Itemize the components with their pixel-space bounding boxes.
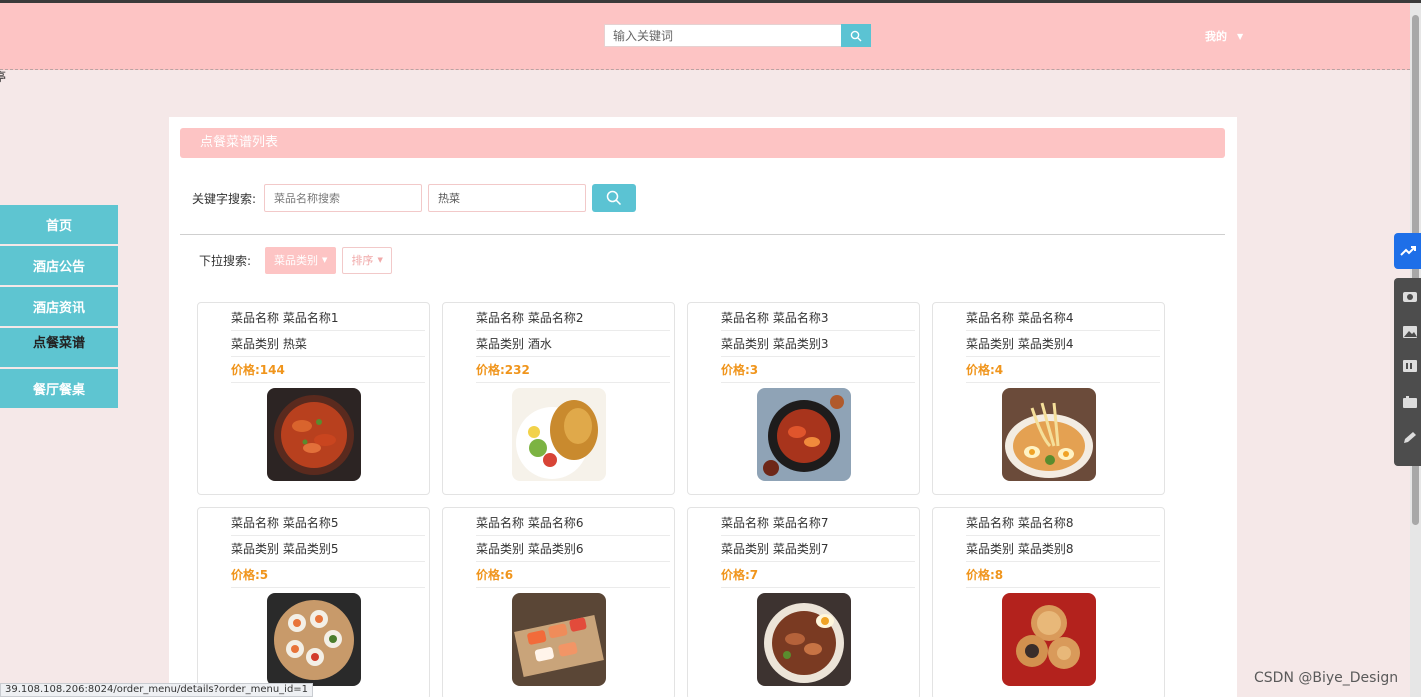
dish-category: 菜品类别 菜品类别8 — [966, 536, 1160, 562]
dropdown-search-row: 下拉搜索: 菜品类别 ▼ 排序 ▼ — [199, 246, 398, 274]
dropdown-search-label: 下拉搜索: — [199, 253, 252, 268]
dish-card[interactable]: 菜品名称 菜品名称1 菜品类别 热菜 价格:144 — [197, 302, 430, 495]
sidebar-item-home[interactable]: 首页 — [0, 205, 118, 246]
user-menu-label: 我的 — [1205, 30, 1227, 43]
dish-image[interactable] — [267, 593, 361, 686]
category-dropdown[interactable]: 菜品类别 ▼ — [265, 246, 337, 274]
dish-category: 菜品类别 菜品类别7 — [721, 536, 915, 562]
dish-card[interactable]: 菜品名称 菜品名称8 菜品类别 菜品类别8 价格:8 — [932, 507, 1165, 697]
dish-category: 菜品类别 菜品类别4 — [966, 331, 1160, 357]
sidebar: 首页 酒店公告 酒店资讯 点餐菜谱 餐厅餐桌 — [0, 205, 118, 410]
dish-image[interactable] — [1002, 593, 1096, 686]
dish-price: 价格:7 — [721, 562, 915, 588]
dish-name-placeholder: 菜品名称搜索 — [274, 192, 341, 205]
divider — [180, 234, 1225, 235]
dish-name: 菜品名称 菜品名称7 — [721, 510, 915, 536]
dish-name: 菜品名称 菜品名称4 — [966, 305, 1160, 331]
caret-down-icon: ▼ — [322, 256, 328, 264]
dish-card[interactable]: 菜品名称 菜品名称6 菜品类别 菜品类别6 价格:6 — [442, 507, 675, 697]
video-icon[interactable] — [1402, 395, 1418, 409]
keyword-search-row: 关键字搜索: 菜品名称搜索 热菜 — [192, 184, 637, 212]
float-share-button[interactable] — [1394, 233, 1421, 269]
dish-category-value: 热菜 — [438, 192, 461, 205]
search-icon — [850, 30, 862, 41]
user-menu[interactable]: 我的 ▼ — [1205, 28, 1243, 44]
dish-price: 价格:8 — [966, 562, 1160, 588]
header-search-input[interactable] — [604, 24, 841, 47]
dish-image[interactable] — [1002, 388, 1096, 481]
panel-title: 点餐菜谱列表 — [180, 128, 1225, 158]
watermark: CSDN @Biye_Design — [1254, 670, 1399, 686]
dish-category: 菜品类别 菜品类别5 — [231, 536, 425, 562]
dish-price: 价格:4 — [966, 357, 1160, 383]
dish-card[interactable]: 菜品名称 菜品名称3 菜品类别 菜品类别3 价格:3 — [687, 302, 920, 495]
sidebar-item-tables[interactable]: 餐厅餐桌 — [0, 369, 118, 410]
dish-name: 菜品名称 菜品名称5 — [231, 510, 425, 536]
dish-image[interactable] — [757, 388, 851, 481]
keyword-search-label: 关键字搜索: — [192, 191, 257, 206]
dish-card[interactable]: 菜品名称 菜品名称7 菜品类别 菜品类别7 价格:7 — [687, 507, 920, 697]
dish-category: 菜品类别 菜品类别3 — [721, 331, 915, 357]
dish-card[interactable]: 菜品名称 菜品名称2 菜品类别 酒水 价格:232 — [442, 302, 675, 495]
sidebar-item-label: 酒店公告 — [32, 260, 85, 275]
dish-card[interactable]: 菜品名称 菜品名称5 菜品类别 菜品类别5 价格:5 — [197, 507, 430, 697]
dish-image[interactable] — [757, 593, 851, 686]
stray-text: 亭 — [0, 70, 7, 84]
sidebar-item-label: 酒店资讯 — [32, 301, 85, 316]
dish-name: 菜品名称 菜品名称6 — [476, 510, 670, 536]
dish-name: 菜品名称 菜品名称8 — [966, 510, 1160, 536]
gif-icon[interactable] — [1402, 359, 1418, 373]
dish-category: 菜品类别 菜品类别6 — [476, 536, 670, 562]
dish-name: 菜品名称 菜品名称2 — [476, 305, 670, 331]
keyword-search-button[interactable] — [592, 184, 637, 212]
dish-name: 菜品名称 菜品名称3 — [721, 305, 915, 331]
sort-dropdown-label: 排序 — [351, 254, 374, 267]
dish-image[interactable] — [512, 388, 606, 481]
dish-card[interactable]: 菜品名称 菜品名称4 菜品类别 菜品类别4 价格:4 — [932, 302, 1165, 495]
caret-down-icon: ▼ — [377, 256, 383, 264]
image-icon[interactable] — [1402, 325, 1418, 339]
sidebar-item-label: 首页 — [45, 219, 72, 234]
header-search — [604, 24, 871, 47]
dish-price: 价格:6 — [476, 562, 670, 588]
top-header: 我的 ▼ — [0, 3, 1410, 70]
search-icon — [606, 190, 622, 206]
dish-image[interactable] — [267, 388, 361, 481]
sidebar-item-label: 餐厅餐桌 — [32, 383, 85, 398]
header-search-button[interactable] — [841, 24, 871, 47]
sidebar-item-menu[interactable]: 点餐菜谱 — [0, 328, 118, 369]
dish-price: 价格:144 — [231, 357, 425, 383]
menu-list-panel: 点餐菜谱列表 关键字搜索: 菜品名称搜索 热菜 下拉搜索: 菜品类别 ▼ 排序 … — [169, 117, 1237, 697]
dish-price: 价格:5 — [231, 562, 425, 588]
edit-icon[interactable] — [1402, 431, 1418, 445]
trend-icon — [1399, 246, 1416, 256]
sidebar-item-label: 点餐菜谱 — [32, 336, 85, 351]
float-toolbar — [1394, 278, 1421, 466]
dish-category: 菜品类别 热菜 — [231, 331, 425, 357]
dish-category-input[interactable]: 热菜 — [428, 184, 587, 212]
status-bar-url: 39.108.108.206:8024/order_menu/details?o… — [0, 683, 314, 697]
chevron-down-icon: ▼ — [1237, 31, 1244, 41]
sidebar-item-news[interactable]: 酒店资讯 — [0, 287, 118, 328]
dish-name-search-input[interactable]: 菜品名称搜索 — [264, 184, 423, 212]
dish-name: 菜品名称 菜品名称1 — [231, 305, 425, 331]
category-dropdown-label: 菜品类别 — [274, 254, 319, 267]
sort-dropdown[interactable]: 排序 ▼ — [342, 246, 392, 274]
camera-icon[interactable] — [1402, 289, 1418, 303]
dish-category: 菜品类别 酒水 — [476, 331, 670, 357]
sidebar-item-announcements[interactable]: 酒店公告 — [0, 246, 118, 287]
dish-image[interactable] — [512, 593, 606, 686]
dish-price: 价格:3 — [721, 357, 915, 383]
dish-price: 价格:232 — [476, 357, 670, 383]
